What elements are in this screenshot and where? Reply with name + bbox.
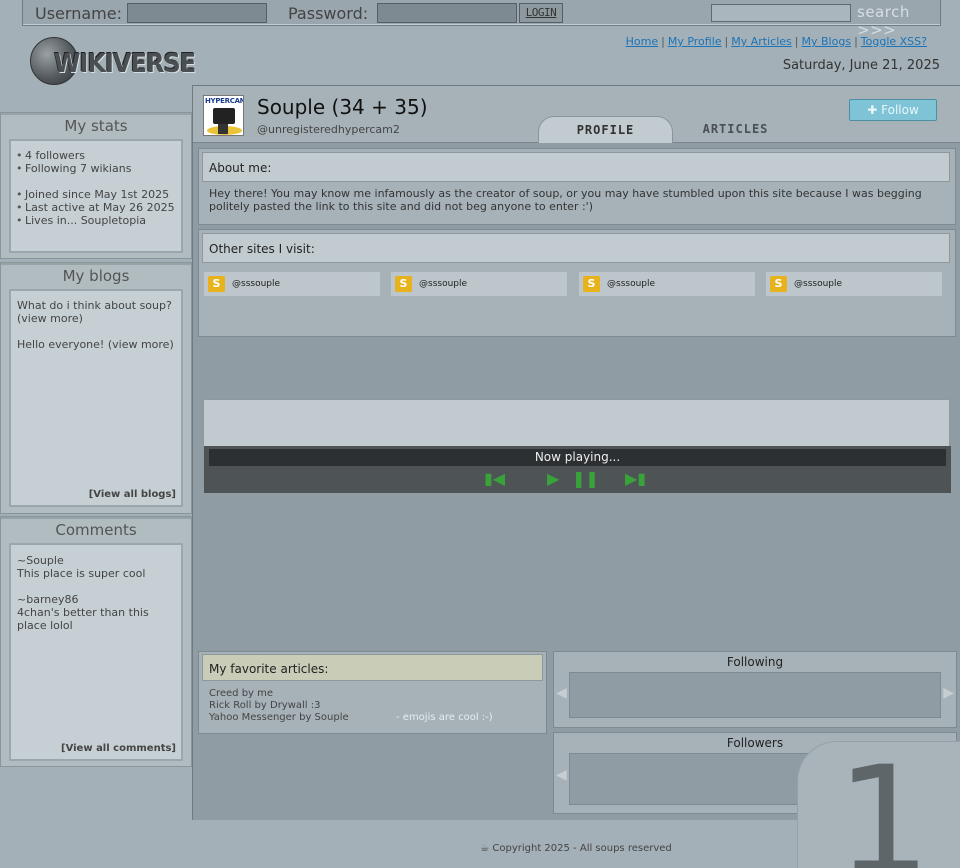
logo-text: WIKIVERSE bbox=[54, 49, 196, 79]
sites-section: Other sites I visit: S @sssouple S @ssso… bbox=[198, 229, 956, 337]
blogs-title: My blogs bbox=[62, 267, 130, 285]
profile-handle: @unregisteredhypercam2 bbox=[257, 123, 400, 136]
search-input[interactable] bbox=[711, 4, 851, 22]
current-date: Saturday, June 21, 2025 bbox=[782, 58, 940, 73]
comments-panel: Comments ~Souple This place is super coo… bbox=[0, 516, 192, 767]
copyright-text: Copyright 2025 - All soups reserved bbox=[492, 843, 672, 854]
stat-lives-in: Lives in... Soupletopia bbox=[16, 214, 181, 227]
previous-track-icon[interactable]: ▮◀ bbox=[484, 471, 505, 487]
now-playing-label: Now playing... bbox=[209, 449, 946, 466]
profile-name: Souple (34 + 35) bbox=[257, 95, 428, 119]
view-all-blogs-link[interactable]: [View all blogs] bbox=[89, 489, 176, 500]
comments-title: Comments bbox=[55, 521, 137, 539]
site-icon: S bbox=[770, 276, 787, 292]
stat-following: Following 7 wikians bbox=[16, 162, 181, 175]
site-handle: @sssouple bbox=[232, 279, 281, 289]
site-link[interactable]: S @sssouple bbox=[204, 272, 380, 296]
comments-box: ~Souple This place is super cool ~barney… bbox=[9, 543, 183, 761]
stat-last-active: Last active at May 26 2025 bbox=[16, 201, 181, 214]
add-user-icon: ✚ bbox=[867, 103, 878, 117]
site-link[interactable]: S @sssouple bbox=[579, 272, 755, 296]
login-button[interactable]: LOGIN bbox=[519, 3, 563, 23]
site-icon: S bbox=[208, 276, 225, 292]
site-icon: S bbox=[583, 276, 600, 292]
tab-articles[interactable]: ARTICLES bbox=[683, 116, 788, 143]
profile-main: HYPERCAM Souple (34 + 35) @unregisteredh… bbox=[192, 85, 960, 820]
password-input[interactable] bbox=[377, 3, 517, 23]
comment-author: ~barney86 bbox=[17, 593, 79, 606]
stat-joined: Joined since May 1st 2025 bbox=[16, 188, 181, 201]
player-controls-bar: Now playing... ▮◀ ▶ ❚❚ ▶▮ bbox=[204, 446, 951, 493]
login-bar: Username: Password: LOGIN search >>> bbox=[22, 0, 941, 39]
nav-separator: | bbox=[724, 35, 729, 48]
about-section: About me: Hey there! You may know me inf… bbox=[198, 148, 956, 225]
nav-my-blogs[interactable]: My Blogs bbox=[802, 35, 852, 48]
comment-text: This place is super cool bbox=[17, 567, 146, 580]
favorites-note: - emojis are cool :-) bbox=[396, 712, 493, 723]
next-track-icon[interactable]: ▶▮ bbox=[625, 471, 646, 487]
footer: ☕ Copyright 2025 - All soups reserved bbox=[192, 843, 960, 854]
soup-icon: ☕ bbox=[480, 843, 490, 854]
blog-entry[interactable]: Hello everyone! (view more) bbox=[11, 338, 181, 351]
scroll-left-icon[interactable]: ◀ bbox=[556, 767, 567, 783]
play-icon[interactable]: ▶ bbox=[547, 471, 559, 487]
favorites-title: My favorite articles: bbox=[202, 654, 543, 681]
music-player: Now playing... ▮◀ ▶ ❚❚ ▶▮ bbox=[203, 399, 951, 493]
stats-box: 4 followers Following 7 wikians Joined s… bbox=[9, 139, 183, 253]
follow-label: Follow bbox=[881, 103, 919, 117]
username-label: Username: bbox=[35, 4, 122, 23]
blogs-box: What do i think about soup? (view more) … bbox=[9, 289, 183, 507]
scroll-left-icon[interactable]: ◀ bbox=[556, 685, 567, 701]
nav-separator: | bbox=[854, 35, 858, 48]
blogs-panel: My blogs What do i think about soup? (vi… bbox=[0, 262, 192, 514]
site-link[interactable]: S @sssouple bbox=[766, 272, 942, 296]
about-text: Hey there! You may know me infamously as… bbox=[209, 187, 922, 213]
avatar: HYPERCAM bbox=[203, 95, 244, 136]
nav-separator: | bbox=[661, 35, 665, 48]
following-box: Following ◀ ▶ bbox=[553, 651, 957, 728]
search-button[interactable]: search >>> bbox=[857, 3, 940, 39]
nav-toggle-xss[interactable]: Toggle XSS? bbox=[861, 35, 927, 48]
favorite-article-link[interactable]: Yahoo Messenger by Souple bbox=[209, 712, 349, 724]
nav-home[interactable]: Home bbox=[626, 35, 658, 48]
following-title: Following bbox=[726, 655, 784, 669]
favorite-article-link[interactable]: Creed by me bbox=[209, 688, 349, 700]
site-link[interactable]: S @sssouple bbox=[391, 272, 567, 296]
site-icon: S bbox=[395, 276, 412, 292]
site-handle: @sssouple bbox=[419, 279, 468, 289]
top-nav: Home | My Profile | My Articles | My Blogs | Tog… bbox=[626, 35, 927, 48]
stat-followers: 4 followers bbox=[16, 149, 181, 162]
pause-icon[interactable]: ❚❚ bbox=[572, 471, 599, 487]
nav-my-articles[interactable]: My Articles bbox=[731, 35, 792, 48]
view-all-comments-link[interactable]: [View all comments] bbox=[61, 743, 176, 754]
profile-header: HYPERCAM Souple (34 + 35) @unregisteredh… bbox=[193, 86, 960, 143]
username-input[interactable] bbox=[127, 3, 267, 23]
favorite-articles: My favorite articles: Creed by me Rick R… bbox=[198, 651, 547, 734]
nav-my-profile[interactable]: My Profile bbox=[668, 35, 722, 48]
stats-panel: My stats 4 followers Following 7 wikians… bbox=[0, 112, 192, 259]
avatar-label: HYPERCAM bbox=[205, 97, 244, 105]
about-title: About me: bbox=[202, 152, 950, 182]
sites-title: Other sites I visit: bbox=[202, 233, 950, 263]
nav-separator: | bbox=[794, 35, 799, 48]
following-strip bbox=[569, 672, 941, 718]
favorite-article-link[interactable]: Rick Roll by Drywall :3 bbox=[209, 700, 349, 712]
site-logo[interactable]: WIKIVERSE bbox=[30, 37, 196, 87]
stats-title: My stats bbox=[64, 117, 128, 135]
site-handle: @sssouple bbox=[794, 279, 843, 289]
password-label: Password: bbox=[288, 4, 369, 23]
follow-button[interactable]: ✚ Follow bbox=[849, 99, 937, 121]
tab-profile[interactable]: PROFILE bbox=[538, 116, 673, 143]
blog-entry[interactable]: What do i think about soup? (view more) bbox=[11, 299, 181, 325]
site-handle: @sssouple bbox=[607, 279, 656, 289]
comment-text: 4chan's better than this place lolol bbox=[17, 606, 149, 632]
scroll-right-icon[interactable]: ▶ bbox=[943, 685, 954, 701]
comment-author: ~Souple bbox=[17, 554, 64, 567]
